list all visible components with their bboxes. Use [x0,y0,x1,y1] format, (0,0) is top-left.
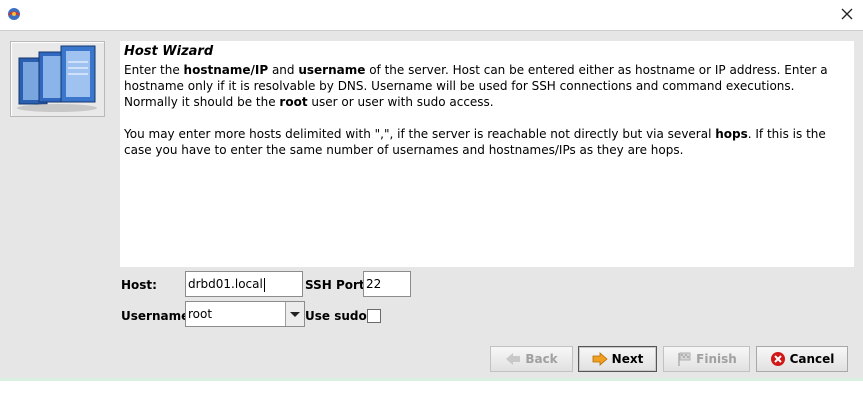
wizard-description-paragraph-1: Enter the hostname/IP and username of th… [124,62,846,110]
username-combobox[interactable]: root [185,301,305,327]
text-segment: and [268,63,299,77]
text-segment: Enter the [124,63,184,77]
back-button[interactable]: Back [490,346,573,372]
cancel-button[interactable]: Cancel [756,346,848,372]
ssh-port-input[interactable]: 22 [363,271,411,297]
app-logo-icon [6,6,22,22]
wizard-title: Host Wizard [124,44,214,59]
wizard-description-panel: Host Wizard Enter the hostname/IP and us… [120,41,854,267]
ssh-port-label: SSH Port: [305,278,370,292]
back-button-label: Back [525,352,558,366]
username-label: Username: [121,309,195,323]
use-sudo-checkbox[interactable] [367,309,381,323]
divider [0,378,863,381]
window-titlebar [0,0,863,30]
chevron-down-icon[interactable] [285,302,304,326]
text-caret [263,277,265,292]
finish-flag-icon [676,351,692,367]
finish-button-label: Finish [696,352,737,366]
finish-button[interactable]: Finish [663,346,750,372]
bold-hops: hops [715,127,748,141]
window-bottom-edge [0,378,863,394]
next-arrow-icon [592,351,608,367]
server-stack-icon [17,45,97,112]
wizard-dialog: Host Wizard Enter the hostname/IP and us… [0,30,863,379]
back-arrow-icon [505,351,521,367]
cancel-icon [770,351,786,367]
text-segment: You may enter more hosts delimited with … [124,127,716,141]
text-segment: user or user with sudo access. [307,95,494,109]
use-sudo-label: Use sudo: [305,309,372,323]
username-combobox-value: root [188,307,213,321]
wizard-logo-image [10,41,105,117]
host-input-value: drbd01.local [188,277,263,291]
host-input[interactable]: drbd01.local [185,271,303,297]
cancel-button-label: Cancel [789,352,835,366]
host-label: Host: [121,278,157,292]
next-button[interactable]: Next [578,346,657,372]
ssh-port-input-value: 22 [366,277,382,291]
wizard-description-paragraph-2: You may enter more hosts delimited with … [124,126,846,158]
next-button-label: Next [611,352,644,366]
bold-root: root [279,95,308,109]
bold-username: username [298,63,366,77]
bold-hostname-ip: hostname/IP [183,63,269,77]
close-icon[interactable] [837,4,857,24]
